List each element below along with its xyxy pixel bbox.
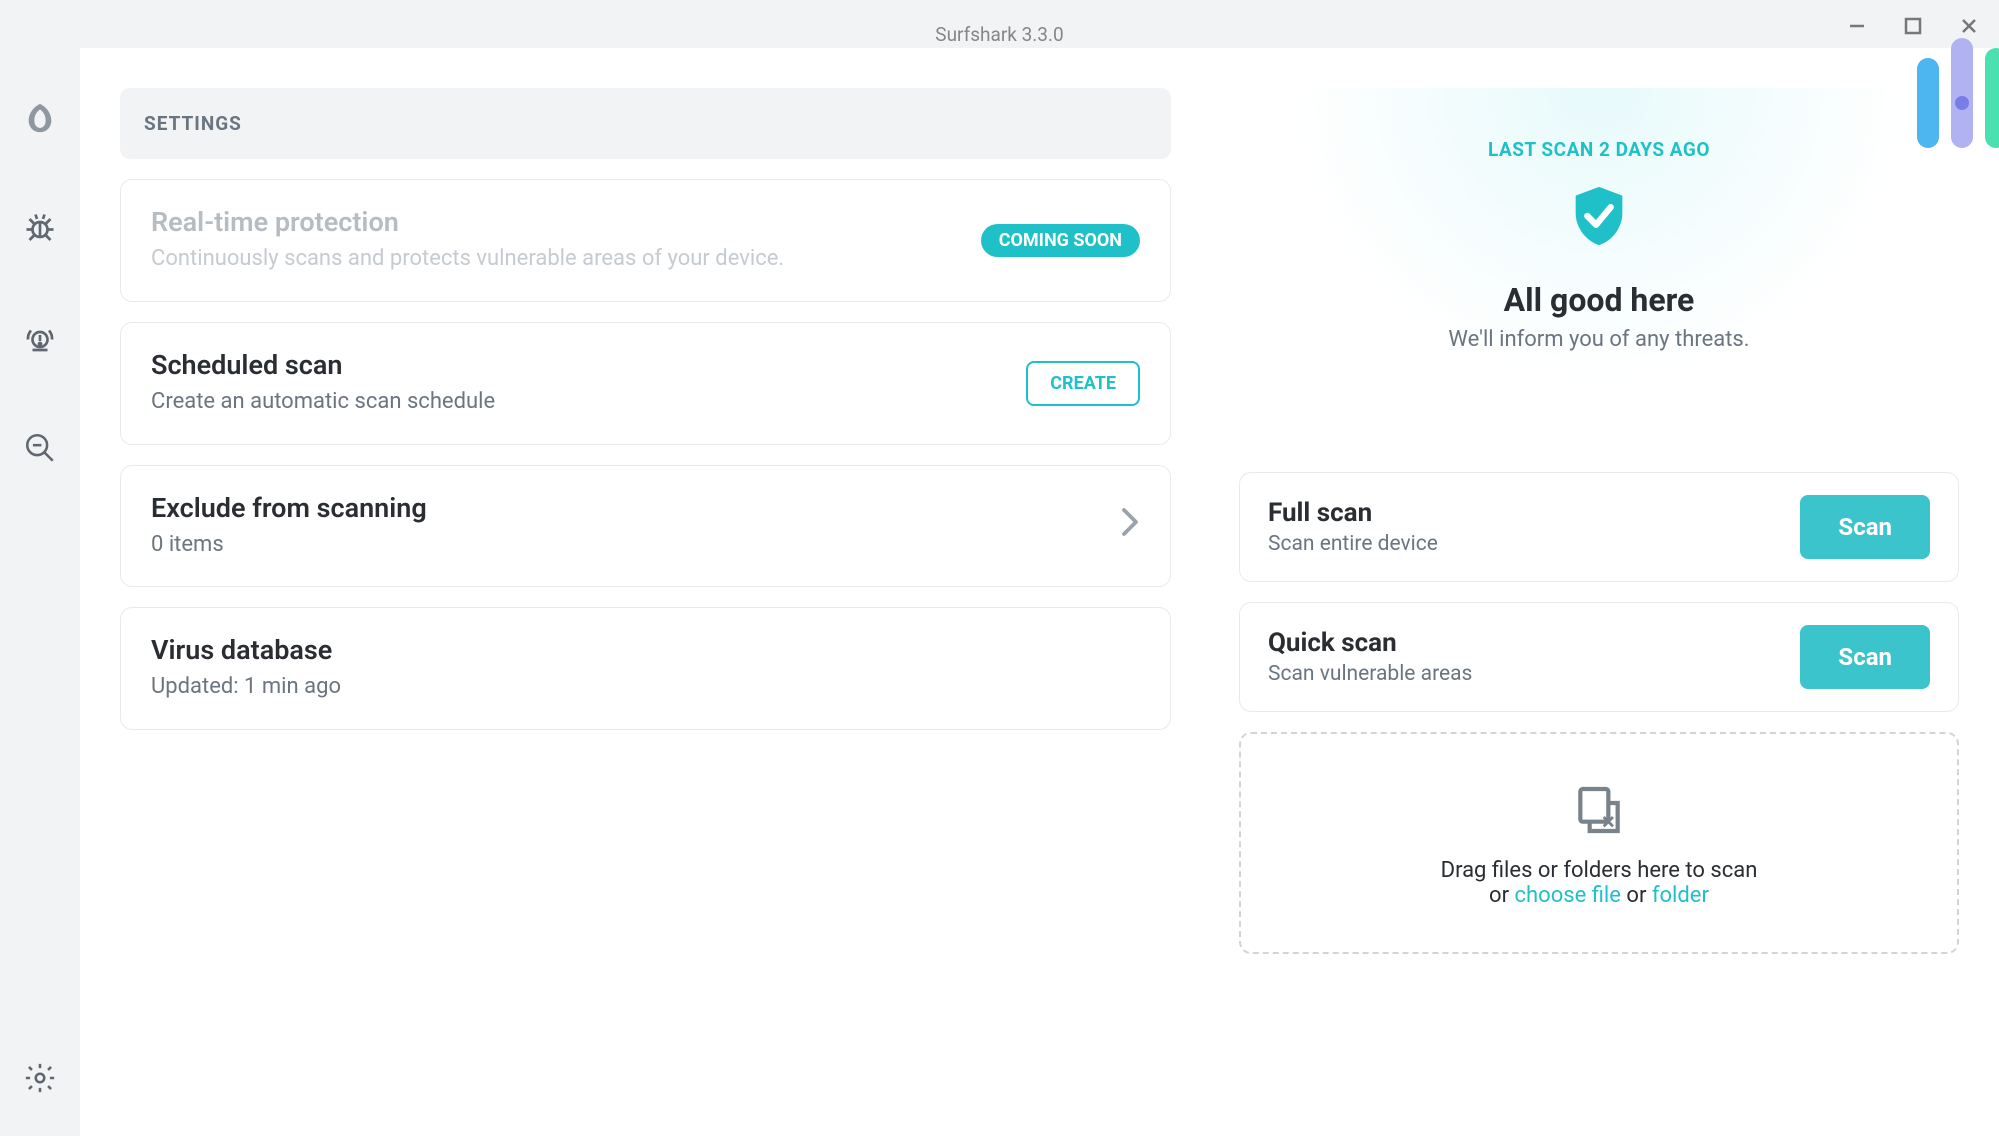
bug-icon[interactable] <box>22 210 58 246</box>
choose-file-link[interactable]: choose file <box>1515 883 1621 908</box>
scan-subtitle: Scan vulnerable areas <box>1268 662 1472 686</box>
status-panel: LAST SCAN 2 DAYS AGO All good here We'll… <box>1239 48 1999 1136</box>
card-scheduled-scan: Scheduled scan Create an automatic scan … <box>120 322 1171 445</box>
scan-title: Full scan <box>1268 498 1438 528</box>
settings-panel: SETTINGS Real-time protection Continuous… <box>80 48 1239 1136</box>
decor-bars <box>1917 38 1999 148</box>
logo-icon[interactable] <box>22 100 58 136</box>
settings-header: SETTINGS <box>120 88 1171 159</box>
full-scan-button[interactable]: Scan <box>1800 495 1930 559</box>
status-area: LAST SCAN 2 DAYS AGO All good here We'll… <box>1239 88 1959 432</box>
status-subtitle: We'll inform you of any threats. <box>1259 327 1939 352</box>
close-icon[interactable] <box>1955 12 1983 40</box>
choose-folder-link[interactable]: folder <box>1652 883 1709 908</box>
quick-scan-button[interactable]: Scan <box>1800 625 1930 689</box>
card-desc: Updated: 1 min ago <box>151 672 1140 703</box>
decor-bar-icon <box>1985 48 1999 148</box>
window-title: Surfshark 3.3.0 <box>935 23 1063 46</box>
card-quick-scan: Quick scan Scan vulnerable areas Scan <box>1239 602 1959 712</box>
card-title: Exclude from scanning <box>151 492 1100 524</box>
alert-icon[interactable] <box>22 320 58 356</box>
card-desc: Continuously scans and protects vulnerab… <box>151 244 961 275</box>
card-title: Scheduled scan <box>151 349 1006 381</box>
card-virus-database: Virus database Updated: 1 min ago <box>120 607 1171 730</box>
card-title: Real-time protection <box>151 206 961 238</box>
sidebar <box>0 48 80 1136</box>
status-title: All good here <box>1259 281 1939 319</box>
scan-subtitle: Scan entire device <box>1268 532 1438 556</box>
drop-text-line2: or choose file or folder <box>1261 883 1937 908</box>
settings-header-text: SETTINGS <box>144 112 242 135</box>
coming-soon-badge: COMING SOON <box>981 224 1140 257</box>
decor-bar-icon <box>1951 38 1973 148</box>
card-title: Virus database <box>151 634 1140 666</box>
window-controls <box>1843 12 1983 40</box>
maximize-icon[interactable] <box>1899 12 1927 40</box>
card-full-scan: Full scan Scan entire device Scan <box>1239 472 1959 582</box>
card-desc: Create an automatic scan schedule <box>151 387 1006 418</box>
file-drop-icon <box>1571 782 1627 838</box>
drop-zone[interactable]: Drag files or folders here to scan or ch… <box>1239 732 1959 954</box>
search-icon[interactable] <box>22 430 58 466</box>
card-desc: 0 items <box>151 530 1100 561</box>
minimize-icon[interactable] <box>1843 12 1871 40</box>
shield-check-icon <box>1564 181 1634 251</box>
scan-title: Quick scan <box>1268 628 1472 658</box>
titlebar: Surfshark 3.3.0 <box>0 0 1999 48</box>
drop-text-line1: Drag files or folders here to scan <box>1261 858 1937 883</box>
decor-bar-icon <box>1917 58 1939 148</box>
chevron-right-icon <box>1120 507 1140 544</box>
create-button[interactable]: CREATE <box>1026 361 1140 406</box>
card-exclude-from-scanning[interactable]: Exclude from scanning 0 items <box>120 465 1171 588</box>
gear-icon[interactable] <box>22 1060 58 1096</box>
last-scan-label: LAST SCAN 2 DAYS AGO <box>1259 138 1939 161</box>
card-realtime-protection: Real-time protection Continuously scans … <box>120 179 1171 302</box>
